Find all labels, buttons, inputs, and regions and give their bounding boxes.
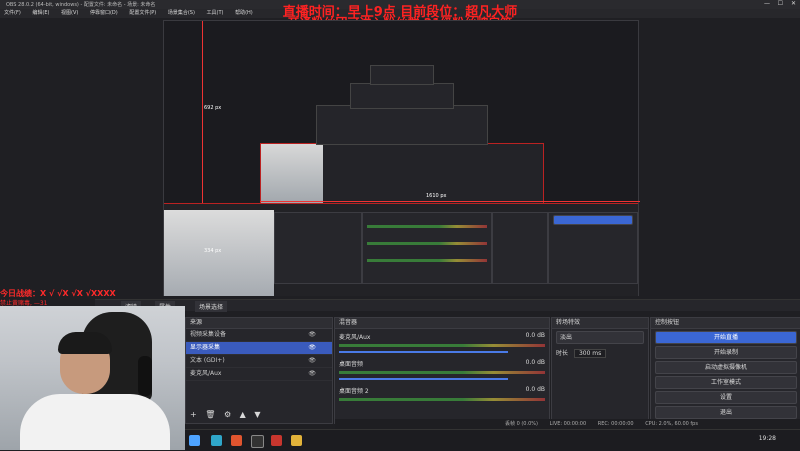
volume-slider[interactable]: [339, 351, 508, 353]
obs-icon[interactable]: [251, 435, 264, 448]
nested-screen-4: [370, 65, 434, 85]
status-rec: REC: 00:00:00: [597, 421, 634, 427]
width-guide-line: [260, 201, 640, 202]
system-clock: 19:28: [758, 435, 776, 442]
inner-size-label: 334 px: [204, 248, 222, 254]
source-item[interactable]: 文本 (GDI+) 👁: [186, 355, 332, 368]
mixer-dock-title: 混音器: [335, 318, 549, 329]
source-item[interactable]: 视频采集设备 👁: [186, 329, 332, 342]
eye-icon[interactable]: 👁: [308, 342, 316, 354]
start-icon[interactable]: [189, 435, 200, 446]
webcam-person-shirt: [20, 394, 170, 450]
start-recording-button[interactable]: 开始录制: [655, 346, 797, 359]
settings-button[interactable]: 设置: [655, 391, 797, 404]
volume-meter: [339, 344, 545, 347]
eye-icon[interactable]: 👁: [308, 368, 316, 380]
remove-source-icon[interactable]: 🗑: [205, 410, 215, 419]
transition-select[interactable]: 淡出: [556, 331, 644, 344]
status-dropped: 丢帧 0 (0.0%): [505, 421, 538, 427]
mixer-channel-mic: 麦克风/Aux 0.0 dB: [335, 329, 549, 356]
tab-scene-select[interactable]: 场景选择: [195, 301, 228, 312]
tab-bar: 滤镜 属性 场景选择: [95, 299, 800, 312]
eye-icon[interactable]: 👁: [308, 329, 316, 341]
move-down-icon[interactable]: ▼: [254, 410, 260, 419]
sources-dock-title: 来源: [186, 318, 332, 329]
transitions-dock-title: 转场特效: [552, 318, 648, 329]
mixer-channel-desktop-2: 桌面音频 2 0.0 dB: [335, 383, 549, 404]
mixer-dock: 混音器 麦克风/Aux 0.0 dB 桌面音频 0.0 dB 桌面音频 2 0.0 d…: [334, 317, 550, 424]
exit-button[interactable]: 退出: [655, 406, 797, 419]
eye-icon[interactable]: 👁: [308, 355, 316, 367]
duration-input[interactable]: 300 ms: [573, 349, 607, 358]
preview-canvas[interactable]: 692 px 1610 px 334 px: [163, 20, 640, 296]
studio-mode-button[interactable]: 工作室模式: [655, 376, 797, 389]
volume-slider[interactable]: [339, 378, 508, 380]
volume-meter: [339, 371, 545, 374]
inner-obs-window: 334 px: [164, 203, 638, 296]
controls-dock: 控制按钮 开始直播 开始录制 启动虚拟摄像机 工作室模式 设置 退出: [650, 317, 800, 424]
nested-screen-3: [350, 83, 454, 109]
status-live: LIVE: 00:00:00: [549, 421, 587, 427]
status-cpu: CPU: 2.0%, 60.00 fps: [645, 421, 698, 427]
nested-screen-1: [260, 143, 544, 207]
webcam-person-hair: [58, 332, 112, 354]
controls-dock-title: 控制按钮: [651, 318, 800, 329]
volume-meter: [339, 398, 545, 401]
sources-toolbar: + 🗑 ⚙ ▲ ▼: [186, 409, 332, 421]
inner-controls: [548, 212, 638, 284]
edge-icon[interactable]: [211, 435, 222, 446]
source-item[interactable]: 麦克风/Aux 👁: [186, 368, 332, 381]
transitions-dock: 转场特效 淡出 时长 300 ms: [551, 317, 649, 424]
inner-mixer: [362, 212, 492, 284]
nested-webcam: [261, 144, 323, 206]
windows-taskbar: 19:28: [185, 429, 800, 451]
start-streaming-button[interactable]: 开始直播: [655, 331, 797, 344]
sources-dock: 来源 视频采集设备 👁 显示器采集 👁 文本 (GDI+) 👁 麦克风/Aux 👁 + …: [185, 317, 333, 424]
app-icon[interactable]: [291, 435, 302, 446]
streamer-webcam: [0, 306, 185, 450]
width-guide-label: 1610 px: [426, 193, 447, 199]
height-guide-label: 692 px: [204, 105, 222, 111]
inner-transitions: [492, 212, 548, 284]
height-guide-line: [202, 21, 203, 203]
mixer-channel-desktop: 桌面音频 0.0 dB: [335, 356, 549, 383]
settings-icon[interactable]: ⚙: [224, 410, 231, 419]
status-bar: 丢帧 0 (0.0%) LIVE: 00:00:00 REC: 00:00:00…: [335, 419, 800, 429]
source-item-selected[interactable]: 显示器采集 👁: [186, 342, 332, 355]
app-icon[interactable]: [231, 435, 242, 446]
webcam-microphone: [138, 356, 152, 396]
move-up-icon[interactable]: ▲: [240, 410, 246, 419]
nested-screen-2: [316, 105, 488, 145]
duration-row: 时长 300 ms: [552, 346, 648, 360]
inner-sources: [274, 212, 362, 284]
add-source-icon[interactable]: +: [190, 410, 197, 419]
virtual-camera-button[interactable]: 启动虚拟摄像机: [655, 361, 797, 374]
app-icon[interactable]: [271, 435, 282, 446]
